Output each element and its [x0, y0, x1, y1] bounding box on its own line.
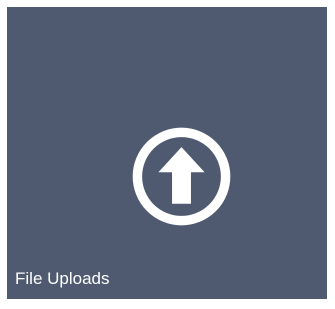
upload-arrow-circle-icon [129, 124, 234, 229]
file-uploads-tile[interactable]: File Uploads [7, 7, 327, 299]
tile-label: File Uploads [15, 269, 110, 288]
